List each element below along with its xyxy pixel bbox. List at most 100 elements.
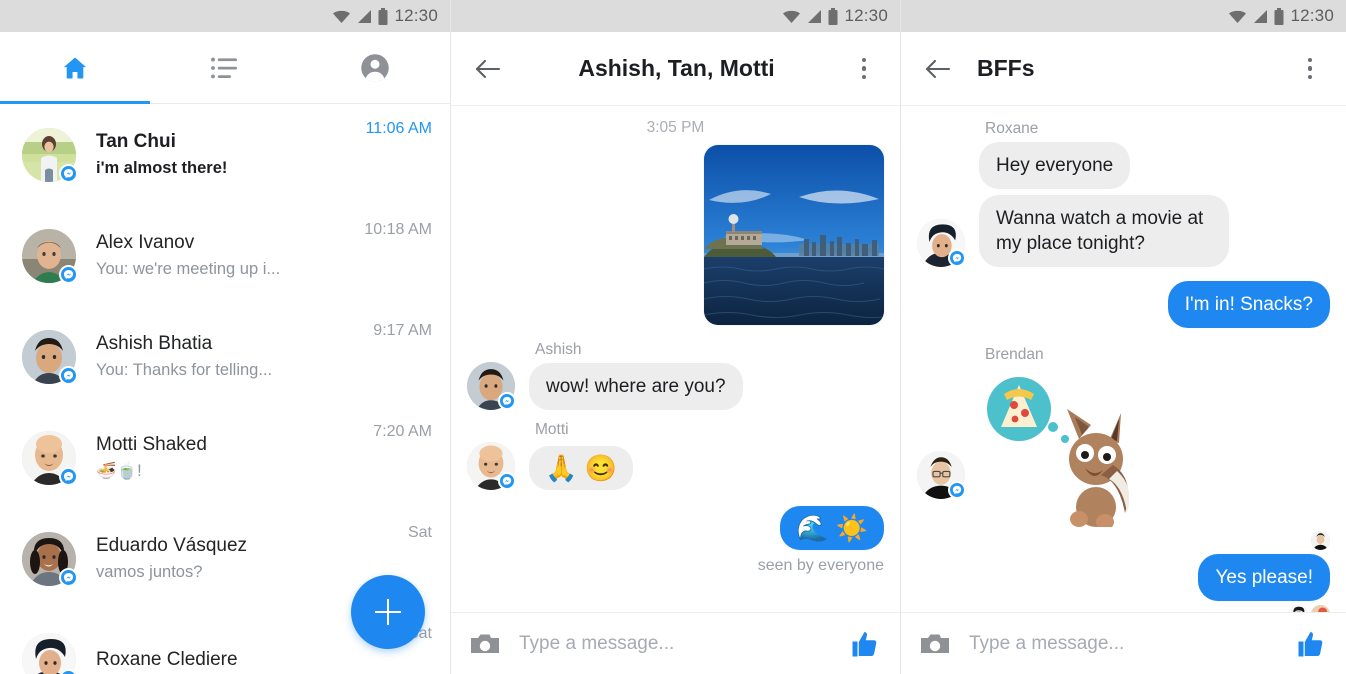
new-message-fab[interactable] — [351, 575, 425, 649]
avatar — [22, 531, 78, 587]
avatar — [467, 362, 516, 410]
avatar — [22, 430, 78, 486]
wifi-icon — [783, 10, 801, 23]
conversation-header: BFFs — [901, 32, 1346, 106]
message-input[interactable] — [519, 632, 832, 655]
message-bubble[interactable]: Hey everyone — [979, 142, 1131, 189]
message-row-outgoing: I'm in! Snacks? — [917, 281, 1330, 328]
avatar — [917, 219, 966, 267]
status-bar: 12:30 — [0, 0, 450, 32]
message-input[interactable] — [969, 632, 1278, 655]
photo-message[interactable] — [704, 145, 884, 325]
message-sender-name: Brendan — [985, 346, 1044, 363]
messenger-badge-icon — [59, 163, 78, 183]
message-row-outgoing: Yes please! — [917, 554, 1330, 601]
message-row-outgoing: 🌊 ☀️ — [467, 506, 884, 550]
list-item-snippet: vamos juntos? — [96, 563, 203, 581]
message-row-incoming: Hey everyone — [917, 141, 1330, 189]
status-bar: 12:30 — [451, 0, 900, 32]
avatar — [22, 127, 78, 183]
message-bubble[interactable]: Yes please! — [1198, 554, 1330, 601]
page-title: Ashish, Tan, Motti — [578, 55, 775, 81]
list-item-name: Tan Chui — [96, 131, 176, 152]
list-item[interactable]: Tan Chui i'm almost there! 11:06 AM — [0, 104, 450, 205]
tab-groups[interactable] — [150, 32, 300, 103]
signal-icon — [808, 9, 822, 23]
camera-icon[interactable] — [469, 629, 503, 659]
message-sender-name: Ashish — [535, 341, 582, 358]
list-item-time: 11:06 AM — [365, 120, 432, 137]
roxane-clediere-avatar — [22, 632, 76, 674]
message-bubble[interactable]: I'm in! Snacks? — [1167, 281, 1330, 328]
avatar — [22, 632, 78, 674]
messenger-badge-icon — [59, 466, 78, 486]
thumbs-up-icon[interactable] — [1294, 627, 1328, 661]
status-bar: 12:30 — [901, 0, 1346, 32]
status-bar-clock: 12:30 — [394, 6, 438, 25]
back-button[interactable] — [917, 48, 959, 90]
message-thread: 3:05 PM Ashish wow! where are you? Motti… — [451, 106, 900, 612]
messenger-badge-icon — [948, 249, 966, 267]
person-circle-icon — [361, 53, 389, 82]
avatar — [467, 442, 516, 490]
read-receipt-text: seen by everyone — [757, 557, 884, 574]
messenger-badge-icon — [59, 567, 78, 587]
thumbs-up-icon[interactable] — [848, 627, 882, 661]
tab-profile[interactable] — [300, 32, 450, 103]
list-item-time: 9:17 AM — [373, 322, 432, 339]
camera-icon[interactable] — [919, 629, 953, 659]
list-item-time: Sat — [407, 524, 432, 541]
message-composer — [901, 612, 1346, 674]
home-icon — [63, 57, 87, 78]
messenger-badge-icon — [59, 264, 78, 284]
message-row-incoming: 🙏 😊 — [467, 442, 884, 490]
message-composer — [451, 612, 900, 674]
alcatraz-island-photo — [704, 145, 884, 325]
list-item-name: Alex Ivanov — [96, 232, 195, 253]
battery-icon — [378, 7, 388, 25]
message-bubble[interactable]: wow! where are you? — [529, 363, 743, 410]
battery-icon — [1274, 7, 1284, 25]
signal-icon — [1254, 9, 1268, 23]
list-item[interactable]: Ashish Bhatia You: Thanks for telling...… — [0, 306, 450, 407]
read-receipt-avatar — [1311, 531, 1330, 550]
overflow-menu-icon[interactable] — [1290, 48, 1330, 90]
messenger-badge-icon — [498, 392, 516, 410]
phone-screen-chat-list: 12:30 Tan Chui i'm almost there! 11:06 A… — [0, 0, 450, 674]
back-button[interactable] — [467, 48, 509, 90]
list-item-name: Ashish Bhatia — [96, 333, 213, 354]
messenger-badge-icon — [59, 365, 78, 385]
overflow-menu-icon[interactable] — [844, 48, 884, 90]
message-sender-name: Roxane — [985, 120, 1039, 137]
list-item[interactable]: Alex Ivanov You: we're meeting up i... 1… — [0, 205, 450, 306]
list-item-name: Eduardo Vásquez — [96, 535, 248, 556]
battery-icon — [828, 7, 838, 25]
bottom-tab-bar — [0, 32, 450, 104]
message-bubble[interactable]: Wanna watch a movie at my place tonight? — [979, 195, 1229, 267]
status-bar-clock: 12:30 — [844, 6, 888, 25]
list-item-time: 7:20 AM — [373, 423, 432, 440]
tab-home[interactable] — [0, 32, 150, 104]
conversation-header: Ashish, Tan, Motti — [451, 32, 900, 106]
sticker-message[interactable] — [979, 367, 1130, 530]
messenger-badge-icon — [498, 472, 516, 490]
brendan-read-avatar — [1311, 531, 1330, 550]
list-item-snippet: You: we're meeting up i... — [96, 260, 281, 278]
back-arrow-icon — [925, 59, 951, 78]
tab-active-indicator — [0, 101, 150, 104]
message-bubble-emoji[interactable]: 🌊 ☀️ — [780, 506, 884, 550]
message-sender-name: Motti — [535, 421, 569, 438]
phone-screen-bffs-thread: 12:30 BFFs Roxane Hey everyone Wanna wat… — [900, 0, 1346, 674]
message-row-incoming — [917, 367, 1330, 530]
list-icon — [211, 57, 237, 78]
message-thread: Roxane Hey everyone Wanna watch a movie … — [901, 106, 1346, 624]
avatar — [22, 329, 78, 385]
list-item[interactable]: Motti Shaked 🍜🍵! 7:20 AM — [0, 407, 450, 508]
wifi-icon — [333, 10, 351, 23]
list-item-name: Roxane Clediere — [96, 649, 238, 670]
message-row-incoming: Wanna watch a movie at my place tonight? — [917, 195, 1330, 267]
messenger-screenshots-row: 12:30 Tan Chui i'm almost there! 11:06 A… — [0, 0, 1346, 674]
message-bubble-emoji[interactable]: 🙏 😊 — [529, 446, 633, 490]
avatar — [22, 228, 78, 284]
thread-timestamp: 3:05 PM — [646, 119, 705, 136]
